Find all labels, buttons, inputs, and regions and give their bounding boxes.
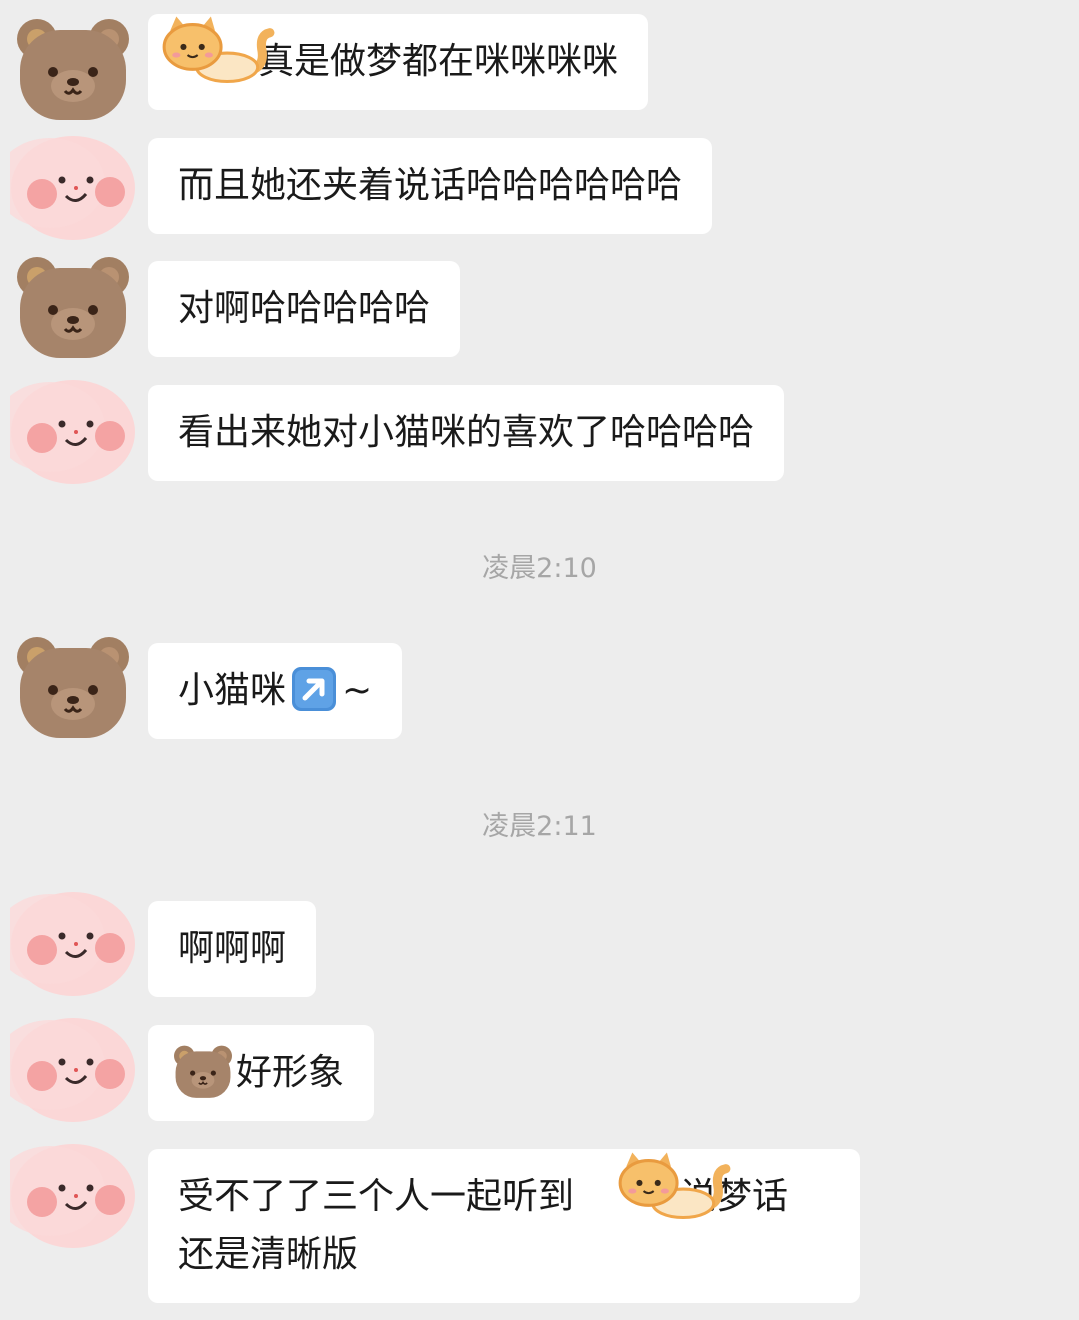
message-text: 对啊哈哈哈哈哈 — [178, 288, 431, 329]
timestamp: 凌晨2:11 — [482, 811, 597, 842]
message-text: 小猫咪 — [178, 670, 287, 711]
bear-avatar-icon[interactable] — [10, 12, 136, 124]
cat-sticker-icon — [156, 14, 278, 86]
message-bubble[interactable]: 而且她还夹着说话哈哈哈哈哈哈 — [148, 138, 713, 234]
bear-avatar-icon[interactable] — [10, 630, 136, 742]
bunny-avatar-icon[interactable] — [10, 128, 136, 240]
bear-avatar-icon[interactable] — [10, 250, 136, 362]
message-text: 真是做梦都在咪咪咪咪 — [258, 41, 619, 82]
message-bubble[interactable]: 对啊哈哈哈哈哈 — [148, 261, 461, 357]
timestamp: 凌晨2:10 — [482, 553, 597, 584]
cat-sticker-icon — [612, 1150, 734, 1222]
bunny-avatar-icon[interactable] — [10, 1010, 136, 1122]
message-text: 啊啊啊 — [178, 928, 287, 969]
message-text: 看出来她对小猫咪的喜欢了哈哈哈哈 — [178, 412, 755, 453]
message-bubble[interactable]: 小猫咪 ~ — [148, 643, 403, 739]
message-text: 而且她还夹着说话哈哈哈哈哈哈 — [178, 165, 683, 206]
message-bubble[interactable]: 受不了了三个人一起听到 说梦话 还是清晰版 — [148, 1149, 860, 1303]
arrow-up-right-icon — [290, 665, 338, 713]
message-bubble[interactable]: 看出来她对小猫咪的喜欢了哈哈哈哈 — [148, 385, 785, 481]
message-line: 还是清晰版 — [178, 1234, 359, 1275]
message-bubble[interactable]: 啊啊啊 — [148, 901, 317, 997]
bunny-avatar-icon[interactable] — [10, 1136, 136, 1248]
message-text: 受不了了三个人一起听到 — [178, 1176, 575, 1217]
bear-face-icon — [170, 1042, 236, 1100]
bunny-avatar-icon[interactable] — [10, 884, 136, 996]
message-bubble[interactable]: 好形象 — [148, 1025, 375, 1121]
message-suffix: ~ — [342, 670, 373, 711]
message-text: 好形象 — [236, 1052, 345, 1093]
bunny-avatar-icon[interactable] — [10, 372, 136, 484]
